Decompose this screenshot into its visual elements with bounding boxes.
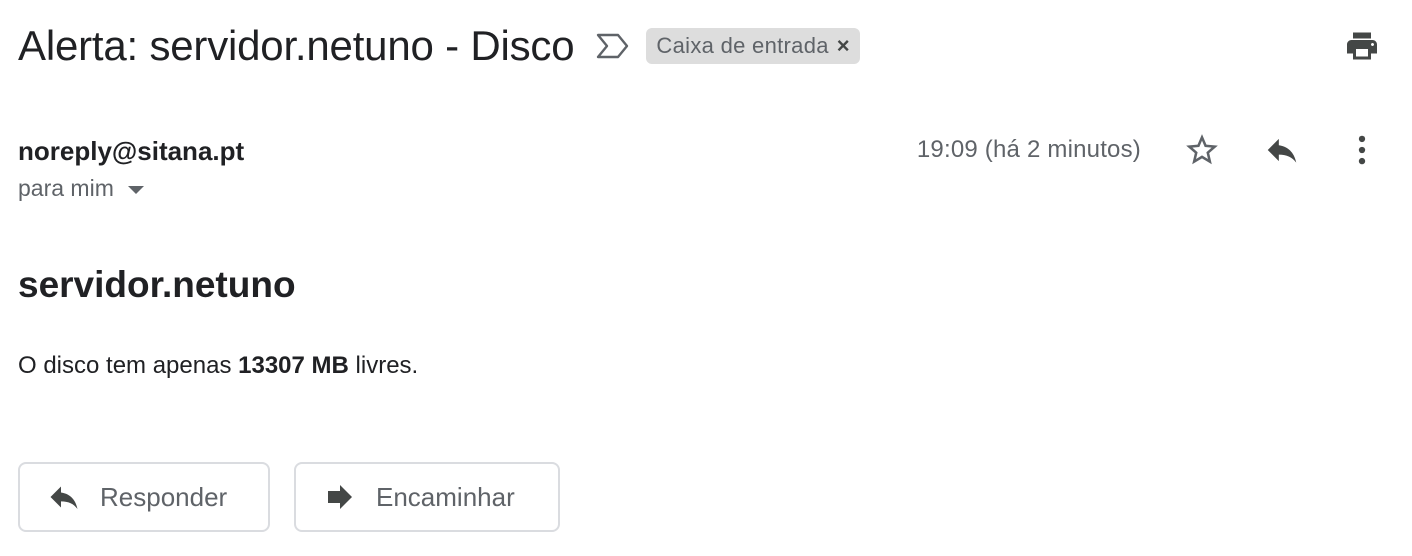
forward-button[interactable]: Encaminhar <box>294 462 560 532</box>
forward-button-label: Encaminhar <box>376 481 515 512</box>
reply-icon <box>46 479 82 515</box>
star-icon <box>1186 134 1218 165</box>
importance-marker-icon[interactable] <box>596 32 630 60</box>
recipient-label: para mim <box>18 175 114 201</box>
print-icon <box>1347 32 1377 60</box>
label-chip-inbox[interactable]: Caixa de entrada × <box>646 28 860 64</box>
chevron-down-icon[interactable] <box>127 185 144 194</box>
forward-icon <box>322 479 358 515</box>
print-button[interactable] <box>1340 26 1384 66</box>
sender-address[interactable]: noreply@sitana.pt <box>18 136 244 167</box>
recipient-details-toggle[interactable]: para mim <box>18 175 144 202</box>
star-button[interactable] <box>1180 128 1224 172</box>
message-text-after: livres. <box>355 352 419 379</box>
message-heading: servidor.netuno <box>18 264 296 305</box>
message-text: O disco tem apenas 13307 MB livres. <box>18 352 418 380</box>
reply-button-label: Responder <box>100 481 228 512</box>
message-text-before: O disco tem apenas <box>18 352 232 379</box>
email-subject: Alerta: servidor.netuno - Disco <box>18 22 575 69</box>
subject-row: Alerta: servidor.netuno - Disco Caixa de… <box>18 18 860 74</box>
email-timestamp: 19:09 (há 2 minutos) <box>916 136 1141 163</box>
reply-icon-button[interactable] <box>1260 128 1304 172</box>
more-vert-icon <box>1358 135 1366 165</box>
reply-button[interactable]: Responder <box>18 462 270 532</box>
reply-icon <box>1267 138 1297 163</box>
message-disk-free-value: 13307 MB <box>238 352 349 379</box>
label-remove-icon[interactable]: × <box>837 35 850 57</box>
label-chip-text: Caixa de entrada <box>656 33 829 58</box>
more-options-button[interactable] <box>1340 128 1384 172</box>
